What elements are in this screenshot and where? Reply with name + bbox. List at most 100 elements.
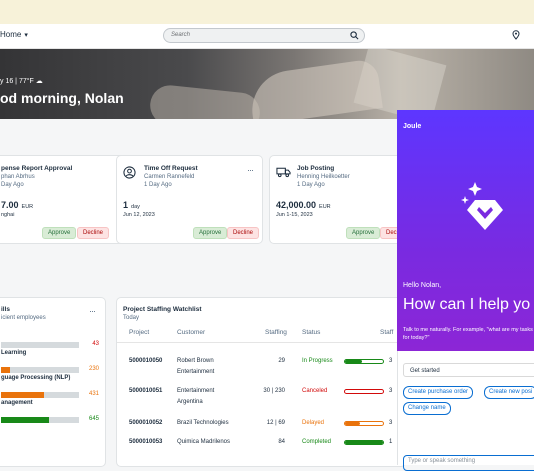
skill-count: 230 [88, 366, 99, 372]
panel-subtitle: icient employees [1, 315, 46, 321]
joule-hint: Talk to me naturally. For example, "what… [403, 327, 533, 341]
customer-name: Entertainment [177, 388, 215, 394]
skill-count: 431 [88, 391, 99, 397]
staffing-progress-bar [344, 389, 384, 394]
home-label: Home [0, 30, 22, 39]
staff-count: 3 [389, 420, 393, 426]
amount-value: 1 [123, 200, 129, 210]
header-divider [117, 342, 407, 343]
staffing-count: 29 [278, 358, 285, 364]
more-options-icon[interactable]: ··· [89, 306, 96, 316]
card-age: 1 Day Ago [144, 182, 172, 188]
skill-label: anagement [1, 400, 33, 406]
hero-image-detail [148, 83, 262, 119]
skill-progress-fill [1, 392, 44, 398]
project-id: 5000010051 [129, 388, 163, 394]
staffing-progress-bar [344, 440, 384, 445]
column-header-status[interactable]: Status [302, 329, 320, 336]
card-amount: 1 day [123, 200, 140, 210]
card-title: pense Report Approval [1, 165, 73, 172]
get-started-item[interactable]: Get started [403, 363, 534, 377]
task-card-job-posting[interactable]: Job Posting ··· Henning Heilkoetter 1 Da… [269, 155, 416, 244]
project-id: 5000010050 [129, 358, 163, 364]
project-id: 5000010052 [129, 420, 163, 426]
status-text: Delayed [302, 420, 325, 426]
joule-assistant-panel: Joule Hello Nolan, How can I help yo Tal… [397, 110, 534, 471]
joule-diamond-icon [461, 182, 503, 230]
skills-panel: ills icient employees ··· 43 Learning 230 g… [0, 297, 106, 467]
panel-subtitle: Today [123, 315, 140, 321]
date-weather-text: y 16 | 77°F [0, 78, 34, 85]
approve-button[interactable]: Approve [193, 227, 228, 239]
skill-progress-bar [1, 417, 79, 423]
column-header-staffing[interactable]: Staffing [265, 329, 287, 336]
decline-button[interactable]: Decline [77, 227, 110, 239]
status-text: Canceled [302, 388, 328, 394]
skill-count: 645 [88, 416, 99, 422]
card-detail: Jun 12, 2023 [123, 212, 155, 218]
joule-hello: Hello Nolan, [403, 282, 442, 289]
person-icon [123, 166, 136, 179]
staff-count: 3 [389, 358, 393, 364]
joule-header: Joule Hello Nolan, How can I help yo Tal… [397, 110, 534, 351]
top-banner-strip [0, 0, 534, 24]
search-placeholder: Search [171, 32, 191, 38]
suggestion-chip-create-purchase-order[interactable]: Create purchase order [403, 386, 474, 399]
skill-label: guage Processing (NLP) [1, 375, 71, 381]
joule-title: Joule [403, 123, 422, 130]
staffing-progress-fill [345, 441, 383, 444]
status-text: In Progress [302, 358, 333, 364]
customer-name: Entertainment [177, 369, 215, 375]
suggestion-chip-create-new-posting[interactable]: Create new posi [484, 386, 534, 399]
hero-image-detail [247, 58, 383, 119]
truck-icon [276, 167, 291, 178]
skill-count: 43 [92, 341, 99, 347]
card-title: Time Off Request [144, 165, 198, 172]
staffing-progress-bar [344, 421, 384, 426]
home-menu[interactable]: Home ▾ [0, 30, 28, 39]
amount-unit: EUR [21, 204, 34, 210]
suggestion-chip-change-name[interactable]: Change name [403, 402, 451, 415]
greeting: od morning, Nolan [0, 90, 124, 106]
chat-input-placeholder: Type or speak something [408, 458, 476, 464]
skill-progress-fill [1, 417, 50, 423]
joule-headline: How can I help yo [403, 296, 531, 313]
approve-button[interactable]: Approve [346, 227, 381, 239]
hero-banner: y 16 | 77°F ☁ od morning, Nolan [0, 49, 534, 119]
location-pin-icon[interactable] [512, 30, 520, 40]
staffing-count: 30 | 230 [263, 388, 285, 394]
card-person: Henning Heilkoetter [297, 174, 350, 180]
skill-progress-bar [1, 392, 79, 398]
search-icon[interactable] [350, 31, 359, 40]
customer-name: Argentina [177, 399, 203, 405]
panel-title: Project Staffing Watchlist [123, 306, 202, 313]
staffing-progress-fill [345, 422, 361, 425]
column-header-staff[interactable]: Staff [380, 329, 393, 336]
search-input[interactable]: Search [163, 28, 365, 43]
decline-button[interactable]: Decline [227, 227, 260, 239]
card-title: Job Posting [297, 165, 335, 172]
status-text: Completed [302, 439, 332, 445]
task-card-time-off[interactable]: Time Off Request ··· Carmen Rannefeld 1 … [116, 155, 263, 244]
chevron-down-icon: ▾ [24, 32, 28, 39]
customer-name: Brazil Technologies [177, 420, 229, 426]
cloud-icon: ☁ [35, 78, 43, 85]
card-person: phan Abrhus [1, 174, 35, 180]
staff-count: 3 [389, 388, 393, 394]
column-header-customer[interactable]: Customer [177, 329, 205, 336]
date-weather: y 16 | 77°F ☁ [0, 77, 43, 85]
more-options-icon[interactable]: ··· [247, 165, 254, 175]
card-detail: Jun 1-15, 2023 [276, 212, 313, 218]
skill-progress-fill [1, 367, 11, 373]
customer-name: Quimica Madrilenos [177, 439, 231, 445]
joule-chat-input[interactable]: Type or speak something [403, 455, 534, 471]
skill-label: Learning [1, 350, 27, 356]
card-amount: 42,000.00 EUR [276, 200, 331, 210]
skill-progress-bar [1, 367, 79, 373]
staffing-watchlist-panel: Project Staffing Watchlist Today Project… [116, 297, 407, 467]
card-person: Carmen Rannefeld [144, 174, 195, 180]
approve-button[interactable]: Approve [42, 227, 77, 239]
staffing-count: 12 | 69 [266, 420, 285, 426]
joule-body: Get started Create purchase order Create… [397, 351, 534, 471]
column-header-project[interactable]: Project [129, 329, 149, 336]
